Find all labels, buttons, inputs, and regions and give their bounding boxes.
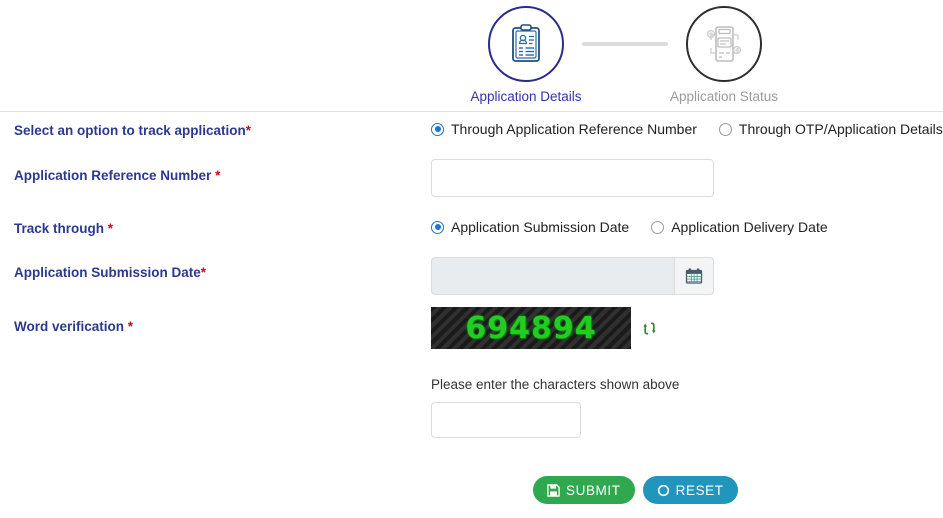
form-row-submission-date: Application Submission Date* (0, 253, 943, 311)
captcha-refresh-button[interactable] (641, 320, 658, 337)
reset-button[interactable]: RESET (642, 476, 738, 504)
required-asterisk: * (245, 123, 252, 138)
reference-number-field (431, 159, 714, 197)
stepper-steps: Application Details Application Status (470, 6, 780, 104)
document-gears-icon (706, 26, 742, 62)
captcha-text: 694894 (465, 310, 597, 346)
required-asterisk: * (215, 168, 221, 183)
radio-through-otp-details[interactable]: Through OTP/Application Details (718, 121, 943, 137)
calendar-button[interactable] (674, 257, 714, 295)
progress-stepper: Application Details Application Status (0, 0, 943, 112)
word-verification-label: Word verification * (14, 319, 134, 334)
save-icon (547, 483, 560, 497)
captcha-image: 694894 (431, 307, 631, 349)
stepper-connector (582, 42, 668, 46)
radio-through-otp-details-label: Through OTP/Application Details (738, 121, 943, 137)
track-through-label: Track through * (14, 221, 114, 236)
submit-button-label: SUBMIT (566, 482, 621, 498)
radio-through-reference-number[interactable]: Through Application Reference Number (431, 121, 697, 137)
captcha-input[interactable] (431, 402, 581, 438)
radio-delivery-date-label: Application Delivery Date (671, 219, 828, 235)
track-through-radio-group: Application Submission Date Application … (431, 219, 828, 235)
radio-delivery-date-input[interactable] (651, 220, 665, 234)
captcha-hint: Please enter the characters shown above (431, 377, 680, 392)
refresh-icon (643, 322, 656, 334)
step-application-status[interactable]: Application Status (668, 6, 780, 104)
radio-delivery-date[interactable]: Application Delivery Date (651, 219, 828, 235)
submission-date-label: Application Submission Date* (14, 265, 207, 280)
required-asterisk: * (127, 319, 134, 334)
step-application-status-circle (686, 6, 762, 82)
radio-submission-date[interactable]: Application Submission Date (431, 219, 629, 235)
submission-date-field (431, 257, 714, 295)
captcha-row: 694894 (431, 307, 679, 349)
form-row-reference-number: Application Reference Number * (0, 156, 943, 212)
clipboard-person-icon (512, 24, 540, 62)
calendar-icon (685, 268, 703, 284)
form-row-track-option: Select an option to track application* T… (0, 112, 943, 158)
step-application-details[interactable]: Application Details (470, 6, 582, 104)
required-asterisk: * (200, 265, 207, 280)
power-icon (657, 484, 670, 497)
step-application-status-label: Application Status (669, 89, 779, 104)
word-verification-field: 694894 Please enter the characters shown… (431, 307, 679, 438)
step-application-details-circle (488, 6, 564, 82)
reference-number-label: Application Reference Number * (14, 168, 221, 183)
required-asterisk: * (107, 221, 114, 236)
form-row-track-through: Track through * Application Submission D… (0, 210, 943, 256)
radio-through-reference-number-input[interactable] (431, 122, 444, 136)
step-application-details-label: Application Details (470, 89, 582, 104)
radio-through-otp-details-input[interactable] (718, 122, 732, 136)
radio-submission-date-label: Application Submission Date (451, 219, 630, 235)
form-actions: SUBMIT RESET (533, 476, 738, 504)
reset-button-label: RESET (675, 482, 724, 498)
submission-date-input[interactable] (431, 257, 674, 295)
radio-submission-date-input[interactable] (431, 220, 444, 234)
reference-number-input[interactable] (431, 159, 714, 197)
radio-through-reference-number-label: Through Application Reference Number (451, 121, 697, 137)
track-option-label: Select an option to track application* (14, 123, 252, 138)
submit-button[interactable]: SUBMIT (533, 476, 635, 504)
track-option-radio-group: Through Application Reference Number Thr… (431, 121, 943, 137)
